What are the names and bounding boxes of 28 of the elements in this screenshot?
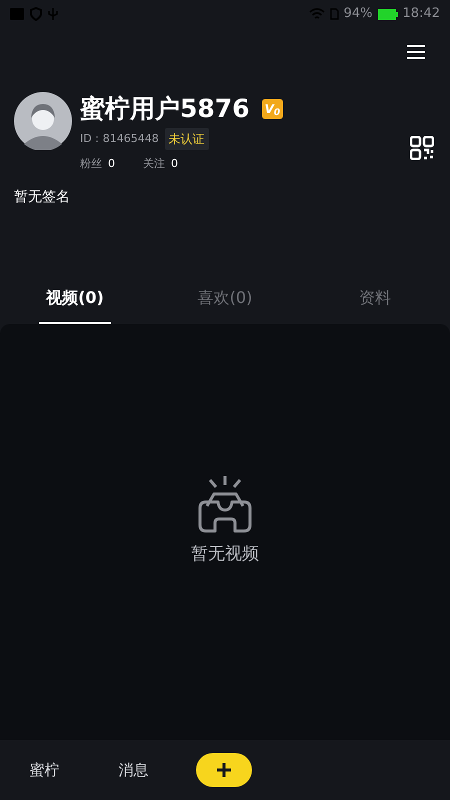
signature-text: 暂无签名 [13,188,71,206]
vip-badge: V$_{0}$ [262,99,284,119]
stat-label: 粉丝 [80,156,102,172]
usb-icon [48,7,58,21]
battery-percentage: 94% [344,5,373,24]
profile-tab[interactable]: 视频(0) [0,284,150,324]
user-id: ID：81465448 [80,130,159,147]
empty-box-icon [197,474,253,534]
stat-label: 关注 [143,156,165,172]
shield-icon [30,7,42,21]
wifi-icon [308,8,325,20]
menu-icon[interactable] [406,44,426,60]
profile-tab[interactable]: 资料 [300,284,450,324]
empty-state-text: 暂无视频 [191,542,259,566]
stat-value: 0 [171,156,178,172]
nav-tab[interactable]: 消息 [89,758,178,782]
verification-status: 未认证 [164,128,209,150]
sim-icon [330,8,339,20]
stat-value: 0 [108,156,115,172]
clock-time: 18:42 [402,5,440,24]
create-button[interactable] [196,753,252,787]
battery-icon [378,8,398,20]
qr-code-icon[interactable] [410,136,434,160]
plus-icon [216,762,232,778]
profile-tab[interactable]: 喜欢(0) [150,284,300,324]
user-name: 蜜柠用户5876 [80,94,250,124]
nav-tab[interactable]: 蜜柠 [0,758,89,782]
avatar[interactable] [14,92,72,150]
